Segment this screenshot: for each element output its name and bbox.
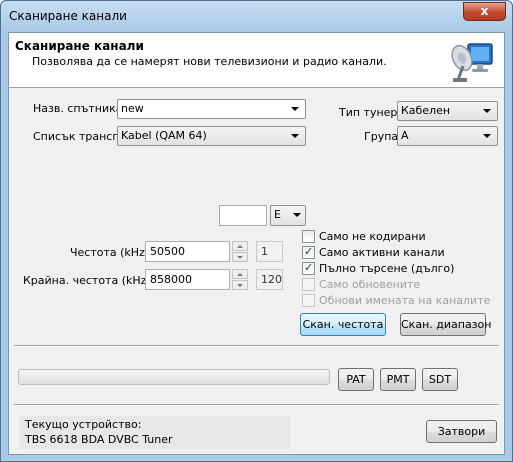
current-device-label: Текущо устройство:: [25, 418, 142, 431]
frequency-counter-value: 1: [261, 245, 268, 258]
chevron-down-icon: [292, 209, 302, 221]
direction-value: E: [274, 208, 281, 221]
frequency-input[interactable]: 50500: [145, 241, 230, 262]
end-frequency-counter-value: 120: [261, 273, 282, 286]
checkbox-only-unencrypted[interactable]: Само не кодирани: [302, 230, 492, 244]
checkbox-box[interactable]: [302, 294, 315, 307]
checkbox-box[interactable]: [302, 278, 315, 291]
separator: [14, 404, 499, 406]
close-button[interactable]: Затвори: [426, 420, 497, 443]
checkbox-only-active-channels[interactable]: ✓ Само активни канали: [302, 245, 492, 260]
end-frequency-input[interactable]: 858000: [145, 269, 230, 290]
checkbox-label: Пълно търсене (дълго): [319, 262, 455, 275]
chevron-down-icon: [480, 130, 494, 142]
group-label: Група: [364, 130, 399, 143]
title-bar[interactable]: Сканиране канали x: [1, 1, 512, 32]
chevron-down-icon: [288, 103, 302, 115]
checkmark-icon: ✓: [304, 245, 314, 258]
frequency-label: Честота (kHz): [70, 246, 150, 259]
current-device-panel: Текущо устройство: TBS 6618 BDA DVBC Tun…: [19, 416, 290, 449]
checkbox-label: Само обновените: [319, 278, 421, 291]
orbital-position-input[interactable]: [219, 205, 267, 226]
end-frequency-spinner[interactable]: [232, 269, 248, 290]
checkbox-update-channel-names[interactable]: Обнови имената на каналите: [302, 294, 492, 308]
group-value: A: [401, 129, 409, 142]
satellite-name-combo[interactable]: new: [117, 99, 306, 119]
checkbox-label: Само не кодирани: [319, 230, 426, 243]
frequency-spinner[interactable]: [232, 241, 248, 262]
window-close-button[interactable]: x: [463, 2, 506, 21]
current-device-name: TBS 6618 BDA DVBC Tuner: [25, 433, 173, 446]
spin-down-icon[interactable]: [232, 280, 248, 290]
satellite-dish-monitor-icon: [451, 43, 493, 82]
checkbox-box[interactable]: ✓: [302, 261, 315, 275]
separator: [14, 345, 499, 347]
frequency-counter: 1: [256, 241, 283, 262]
transponder-list-value: Kabel (QAM 64): [121, 129, 207, 142]
pmt-button[interactable]: PMT: [380, 368, 416, 391]
spin-down-icon[interactable]: [232, 252, 248, 262]
chevron-down-icon: [480, 105, 494, 117]
spin-up-icon[interactable]: [232, 241, 248, 251]
header-subtitle: Позволява да се намерят нови телевизиони…: [32, 55, 387, 68]
checkbox-box[interactable]: [302, 230, 315, 243]
end-frequency-label: Крайна. честота (kHz): [23, 274, 151, 287]
transponder-list-label: Списък трансп.: [33, 130, 124, 143]
frequency-value: 50500: [150, 245, 185, 258]
satellite-name-value: new: [121, 102, 144, 115]
checkbox-full-search[interactable]: ✓ Пълно търсене (дълго): [302, 261, 492, 276]
scan-frequency-button[interactable]: Скан. честота: [300, 313, 386, 336]
checkbox-only-updated[interactable]: Само обновените: [302, 278, 492, 292]
window-title: Сканиране канали: [9, 9, 127, 23]
dialog-header: Сканиране канали Позволява да се намерят…: [9, 33, 504, 88]
spin-up-icon[interactable]: [232, 269, 248, 279]
end-frequency-value: 858000: [150, 273, 192, 286]
pat-button[interactable]: PAT: [338, 368, 374, 391]
tuner-type-value: Кабелен: [401, 104, 451, 117]
scan-range-button[interactable]: Скан. диапазон: [400, 313, 491, 336]
transponder-list-combo[interactable]: Kabel (QAM 64): [117, 126, 306, 146]
scan-channels-window: Сканиране канали x Сканиране канали Позв…: [0, 0, 513, 462]
header-title: Сканиране канали: [15, 39, 144, 53]
checkbox-label: Само активни канали: [319, 246, 445, 259]
group-combo[interactable]: A: [397, 126, 498, 146]
checkbox-box[interactable]: ✓: [302, 245, 315, 259]
checkbox-label: Обнови имената на каналите: [319, 294, 491, 307]
dialog-client-area: Сканиране канали Позволява да се намерят…: [8, 32, 505, 455]
direction-combo[interactable]: E: [270, 205, 306, 226]
tuner-type-combo[interactable]: Кабелен: [397, 101, 498, 121]
sdt-button[interactable]: SDT: [422, 368, 458, 391]
checkmark-icon: ✓: [304, 261, 314, 274]
end-frequency-counter: 120: [256, 269, 283, 290]
scan-progress-bar: [18, 369, 330, 385]
satellite-name-label: Назв. спътника: [33, 102, 123, 115]
tuner-type-label: Тип тунер: [339, 106, 398, 119]
chevron-down-icon: [288, 130, 302, 142]
